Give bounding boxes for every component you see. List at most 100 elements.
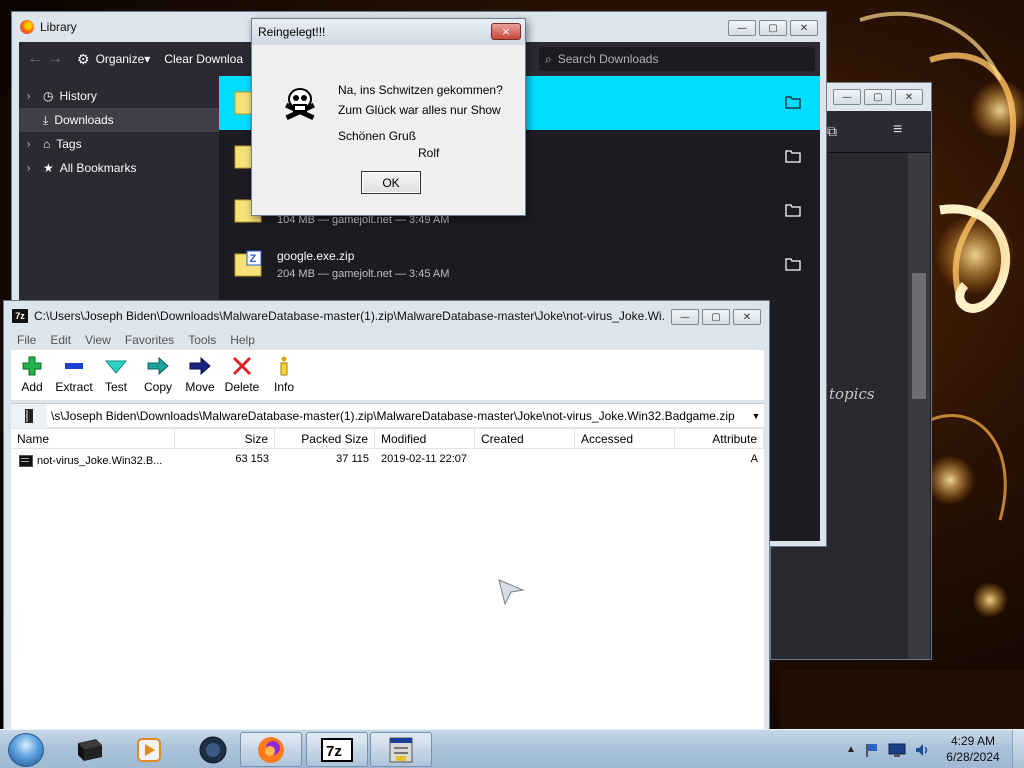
firefox-icon [20,20,34,34]
test-button[interactable]: Test [95,355,137,394]
ok-button[interactable]: OK [361,171,421,194]
copy-button[interactable]: Copy [137,355,179,394]
maximize-button[interactable]: ▢ [864,89,892,105]
close-button[interactable]: ✕ [895,89,923,105]
menu-icon[interactable]: ≡ [893,121,902,139]
chevron-right-icon[interactable]: › [27,91,37,102]
close-button[interactable]: ✕ [733,309,761,325]
address-path[interactable]: s\Joseph Biden\Downloads\MalwareDatabase… [47,409,748,423]
move-button[interactable]: Move [179,355,221,394]
search-input[interactable]: ⌕ Search Downloads [539,47,815,71]
copy-icon [147,356,169,376]
menu-view[interactable]: View [85,333,111,347]
menu-favorites[interactable]: Favorites [125,333,174,347]
sidebar-item-label: History [59,89,97,103]
sidebar-item-history[interactable]: › ◷ History [19,84,219,108]
extract-button[interactable]: Extract [53,355,95,394]
chevron-right-icon[interactable]: › [27,139,37,150]
back-arrow-icon[interactable]: ← [25,50,45,68]
taskbar-app-browser[interactable] [182,732,244,767]
open-folder-icon[interactable] [785,203,801,217]
sidebar-item-downloads[interactable]: ⤓ Downloads [19,108,219,132]
open-folder-icon[interactable] [785,149,801,163]
taskbar-app-cmd[interactable] [58,732,120,767]
message-text: Zum Glück war alles nur Show [338,103,501,117]
message-dialog[interactable]: Reingelegt!!! × Na, ins Schwitzen gekomm… [251,18,526,216]
search-placeholder: Search Downloads [557,52,659,66]
close-button[interactable]: ✕ [790,20,818,36]
forward-arrow-icon[interactable]: → [45,50,65,68]
clock[interactable]: 4:29 AM 6/28/2024 [938,733,1008,765]
toolbar: Add Extract Test Copy Move Delete Info [11,350,764,400]
media-player-icon [137,737,161,762]
sidebar-item-label: All Bookmarks [59,161,137,175]
cell-created [475,453,575,469]
clock-time: 4:29 AM [950,734,996,748]
column-header-packed-size[interactable]: Packed Size [275,429,375,449]
clear-downloads-button[interactable]: Clear Downloa [164,52,243,66]
cell-packed-size: 37 115 [336,453,369,465]
menu-edit[interactable]: Edit [50,333,71,347]
taskbar: 7z ▲ 4:29 AM 6/28/2024 [0,729,1024,768]
volume-icon[interactable] [914,742,930,758]
open-folder-icon[interactable] [785,95,801,109]
column-header-created[interactable]: Created [475,429,575,449]
address-bar[interactable]: s\Joseph Biden\Downloads\MalwareDatabase… [11,403,764,428]
show-desktop-button[interactable] [1012,730,1024,768]
network-icon[interactable] [888,742,906,758]
sidebar-item-all-bookmarks[interactable]: › ★ All Bookmarks [19,156,219,180]
taskbar-app-firefox[interactable] [240,732,302,767]
sidebar-item-label: Downloads [54,113,114,127]
open-folder-icon[interactable] [785,257,801,271]
delete-button[interactable]: Delete [221,355,263,394]
menu-tools[interactable]: Tools [188,333,216,347]
7zip-titlebar[interactable]: 7z C:\Users\Joseph Biden\Downloads\Malwa… [4,301,769,331]
download-icon: ⤓ [43,112,49,127]
maximize-button[interactable]: ▢ [702,309,730,325]
folder-up-icon[interactable] [11,403,47,428]
scrollbar-thumb[interactable] [912,273,926,399]
column-header-attribute[interactable]: Attribute [675,429,764,449]
start-button[interactable] [8,733,44,767]
column-header-modified[interactable]: Modified [375,429,475,449]
cell-size: 63 153 [235,453,269,465]
column-header-accessed[interactable]: Accessed [575,429,675,449]
minimize-button[interactable]: — [833,89,861,105]
menu-help[interactable]: Help [230,333,255,347]
cell-name: not-virus_Joke.Win32.B... [37,455,163,467]
add-button[interactable]: Add [11,355,53,394]
chevron-right-icon[interactable]: › [27,163,37,174]
cell-modified: 2019-02-11 22:07 [381,453,468,465]
chevron-down-icon[interactable]: ▼ [748,411,764,421]
menu-file[interactable]: File [17,333,36,347]
move-icon [189,356,211,376]
sidebar-item-tags[interactable]: › ⌂ Tags [19,132,219,156]
show-hidden-icons-icon[interactable]: ▲ [846,744,856,755]
window-title: Library [40,20,77,34]
file-list: Name Size Packed Size Modified Created A… [11,429,764,729]
minimize-button[interactable]: — [671,309,699,325]
minimize-button[interactable]: — [728,20,756,36]
scrollbar[interactable] [908,153,930,659]
7zip-icon: 7z [12,309,28,323]
download-item[interactable]: Z google.exe.zip 204 MB — gamejolt.net —… [219,238,820,292]
message-text: Na, ins Schwitzen gekommen? [338,83,503,97]
star-icon: ★ [43,161,54,175]
organize-button[interactable]: Organize▾ [96,52,151,66]
taskbar-app-media-player[interactable] [118,732,180,767]
dialog-titlebar[interactable]: Reingelegt!!! [252,19,525,45]
cell-accessed [575,453,675,469]
7zip-window[interactable]: 7z C:\Users\Joseph Biden\Downloads\Malwa… [3,300,770,730]
clock-date: 6/28/2024 [946,750,1000,764]
column-header-size[interactable]: Size [175,429,275,449]
taskbar-app-program[interactable] [370,732,432,767]
column-header-name[interactable]: Name [11,429,175,449]
action-center-flag-icon[interactable] [864,742,880,758]
test-icon [105,360,127,374]
extensions-icon[interactable]: ⧉ [827,123,837,140]
info-button[interactable]: Info [263,355,305,394]
close-button[interactable]: × [491,23,521,40]
taskbar-app-7zip[interactable]: 7z [306,732,368,767]
maximize-button[interactable]: ▢ [759,20,787,36]
cmd-icon [78,738,102,761]
